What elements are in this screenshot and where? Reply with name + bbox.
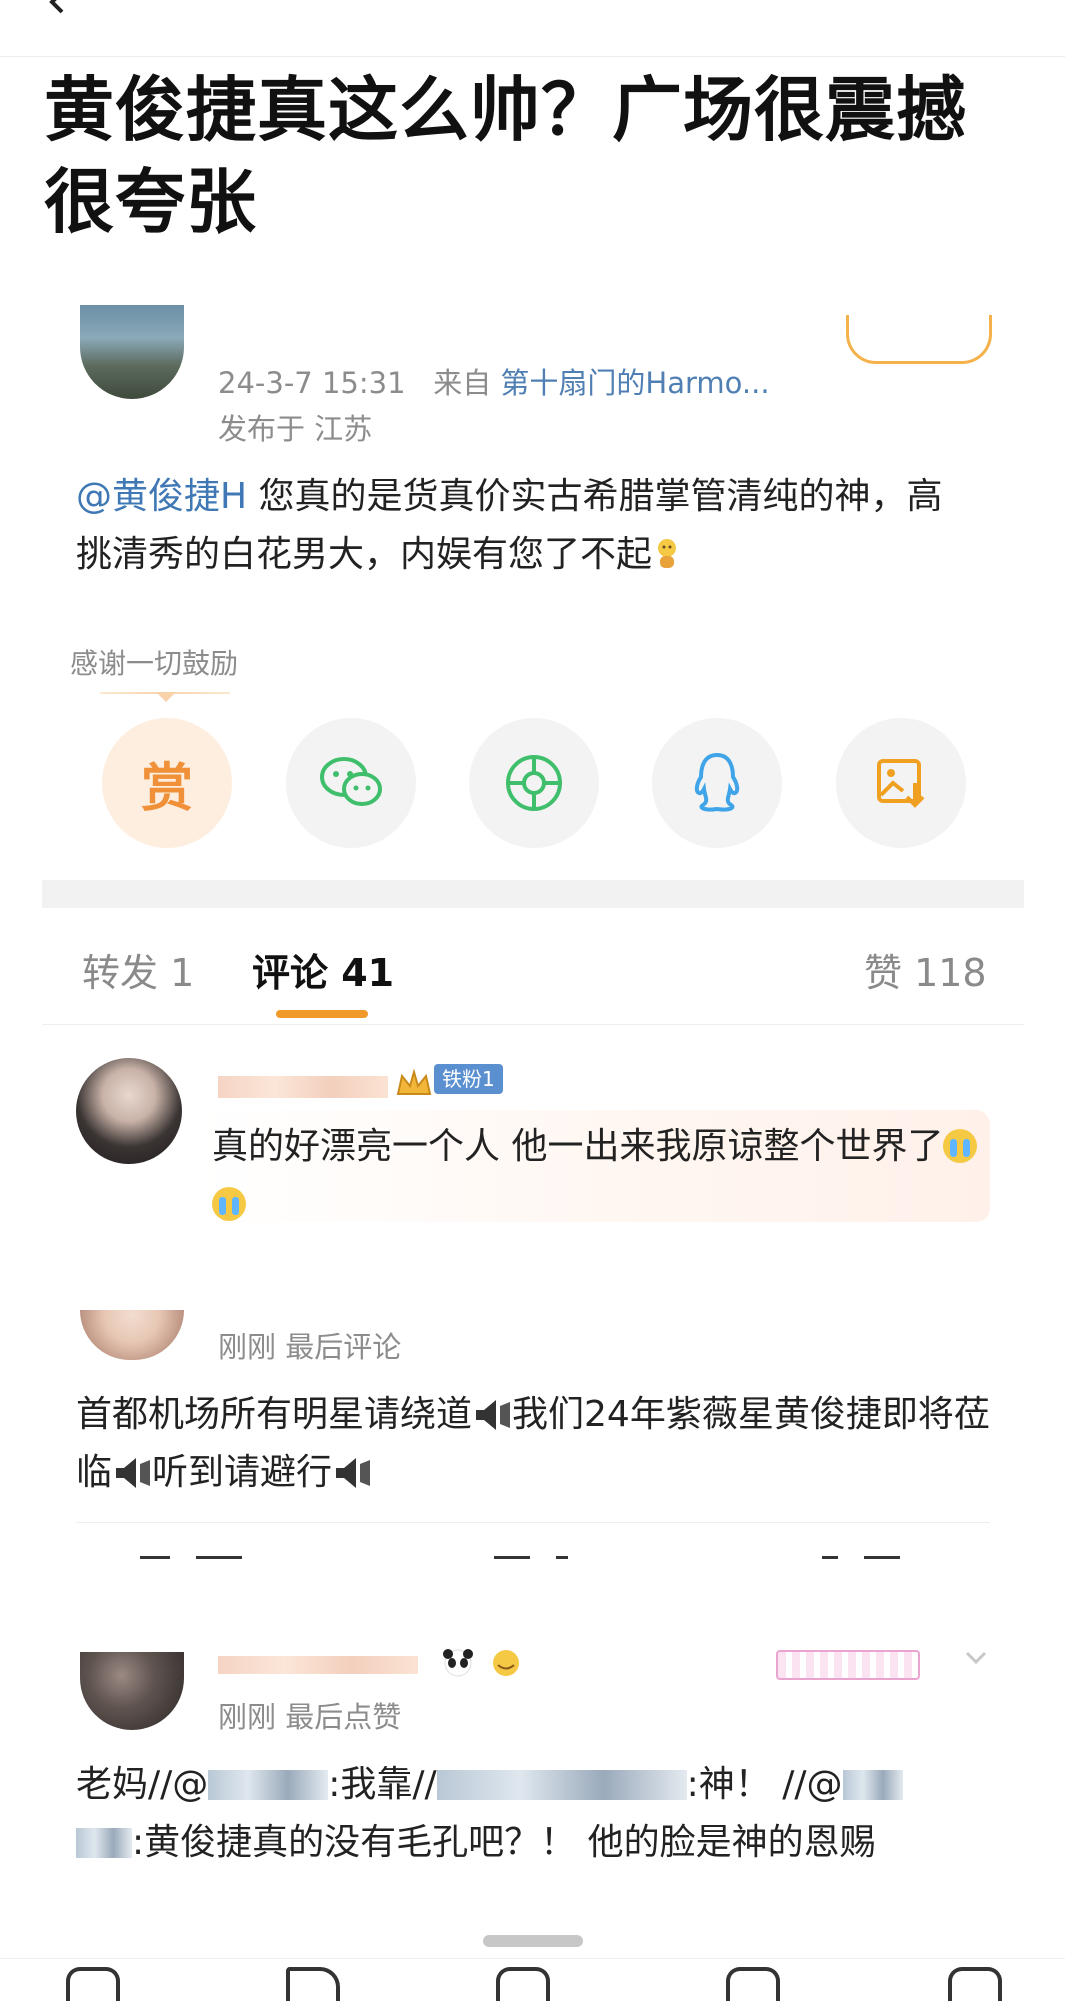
wechat-icon [320,757,382,806]
tab-like[interactable]: 赞 118 [864,942,987,997]
blurred-mention[interactable] [208,1770,329,1800]
comment-meta: 刚刚 最后点赞 [218,1700,402,1734]
panda-emoji-icon [443,1649,473,1677]
blurred-mention[interactable] [436,1770,687,1800]
comment-text-part: 首都机场所有明星请绕道 [76,1394,473,1435]
speaker-icon [116,1458,151,1488]
blurred-username[interactable] [218,1656,418,1674]
follow-button[interactable] [846,315,992,364]
share-moments-button[interactable] [469,718,599,848]
author-avatar[interactable] [80,305,184,399]
bottom-action-bar [0,1958,1065,2001]
comment-text-content: 真的好漂亮一个人 他一出来我原谅整个世界了 [212,1126,944,1167]
top-bar [0,0,1065,57]
blurred-username[interactable] [218,1076,388,1098]
comment-icon[interactable] [66,1967,120,2001]
decoration-frame [776,1650,920,1680]
back-arrow-icon[interactable] [40,0,80,22]
comment-text-part: :神！ //@ [686,1764,843,1805]
comment-avatar[interactable] [76,1058,182,1164]
comment-text: 老妈//@ :我靠// :神！ //@ :黄俊捷真的没有毛孔吧？！ 他的脸是神的恩赐 [76,1756,1006,1872]
comment-meta: 刚刚 最后评论 [218,1330,402,1364]
face-emoji-icon [493,1650,519,1676]
pray-emoji-icon [658,539,677,568]
tab-comment[interactable]: 评论 41 [252,942,394,997]
active-tab-indicator [276,1010,368,1018]
home-indicator [483,1935,583,1947]
crying-emoji-icon [212,1187,246,1221]
reward-hint: 感谢一切鼓励 [70,647,239,680]
save-image-icon [877,759,925,808]
post-location: 发布于 江苏 [218,412,373,446]
speaker-icon [336,1458,371,1488]
post-source-link[interactable]: 第十扇门的Harmo... [500,366,769,400]
crying-emoji-icon [943,1129,978,1163]
comment-text-part: :我靠// [328,1764,437,1805]
comment-icon[interactable] [494,1556,530,1568]
moments-icon [506,755,562,811]
like-action[interactable] [864,1556,900,1568]
comment-avatar[interactable] [80,1310,184,1360]
repost-icon[interactable] [496,1967,550,2001]
post-title: 黄俊捷真这么帅？广场很震撼很夸张 [44,69,967,243]
comment-text-part: :黄俊捷真的没有毛孔吧？！ 他的脸是神的恩赐 [132,1822,876,1863]
reward-button[interactable]: 赏 [102,718,232,848]
post-meta: 24-3-7 15:31 来自 第十扇门的Harmo... [218,360,770,402]
reward-button-label: 赏 [140,758,193,819]
fan-badge: 铁粉1 [434,1064,503,1094]
like-icon[interactable] [822,1556,838,1568]
comment-avatar[interactable] [80,1652,184,1730]
more-icon[interactable] [948,1967,1002,2001]
post-date: 24-3-7 15:31 [218,366,406,400]
share-icon[interactable] [726,1967,780,2001]
blurred-mention[interactable] [76,1828,132,1858]
crown-icon [396,1068,432,1095]
comment-action[interactable] [556,1556,568,1568]
comment-separator [76,1522,990,1523]
blurred-mention[interactable] [842,1770,903,1800]
comment-text-part: 老妈//@ [76,1764,209,1805]
repost-action[interactable] [196,1556,242,1568]
comment-text: 首都机场所有明星请绕道 我们24年紫薇星黄俊捷即将莅临 听到请避行 [76,1386,1006,1502]
comment-actions [76,1548,990,1568]
comment-text: 真的好漂亮一个人 他一出来我原谅整个世界了 [212,1118,982,1234]
comment-text-part: 听到请避行 [152,1452,333,1493]
share-wechat-button[interactable] [286,718,416,848]
like-icon[interactable] [286,1967,340,2001]
tabs-border [42,1024,1024,1025]
speaker-icon [476,1400,511,1430]
share-qq-button[interactable] [652,718,782,848]
tab-repost[interactable]: 转发 1 [82,942,194,997]
chevron-down-icon[interactable] [964,1648,988,1668]
mention-link[interactable]: @黄俊捷H [76,476,247,517]
repost-icon[interactable] [140,1556,170,1568]
qq-icon [694,752,740,812]
reward-hint-caret [156,692,176,702]
post-body: @黄俊捷H 您真的是货真价实古希腊掌管清纯的神，高挑清秀的白花男大，内娱有您了不… [76,468,976,584]
save-image-button[interactable] [836,718,966,848]
from-label: 来自 [433,366,492,400]
section-divider [42,880,1024,908]
